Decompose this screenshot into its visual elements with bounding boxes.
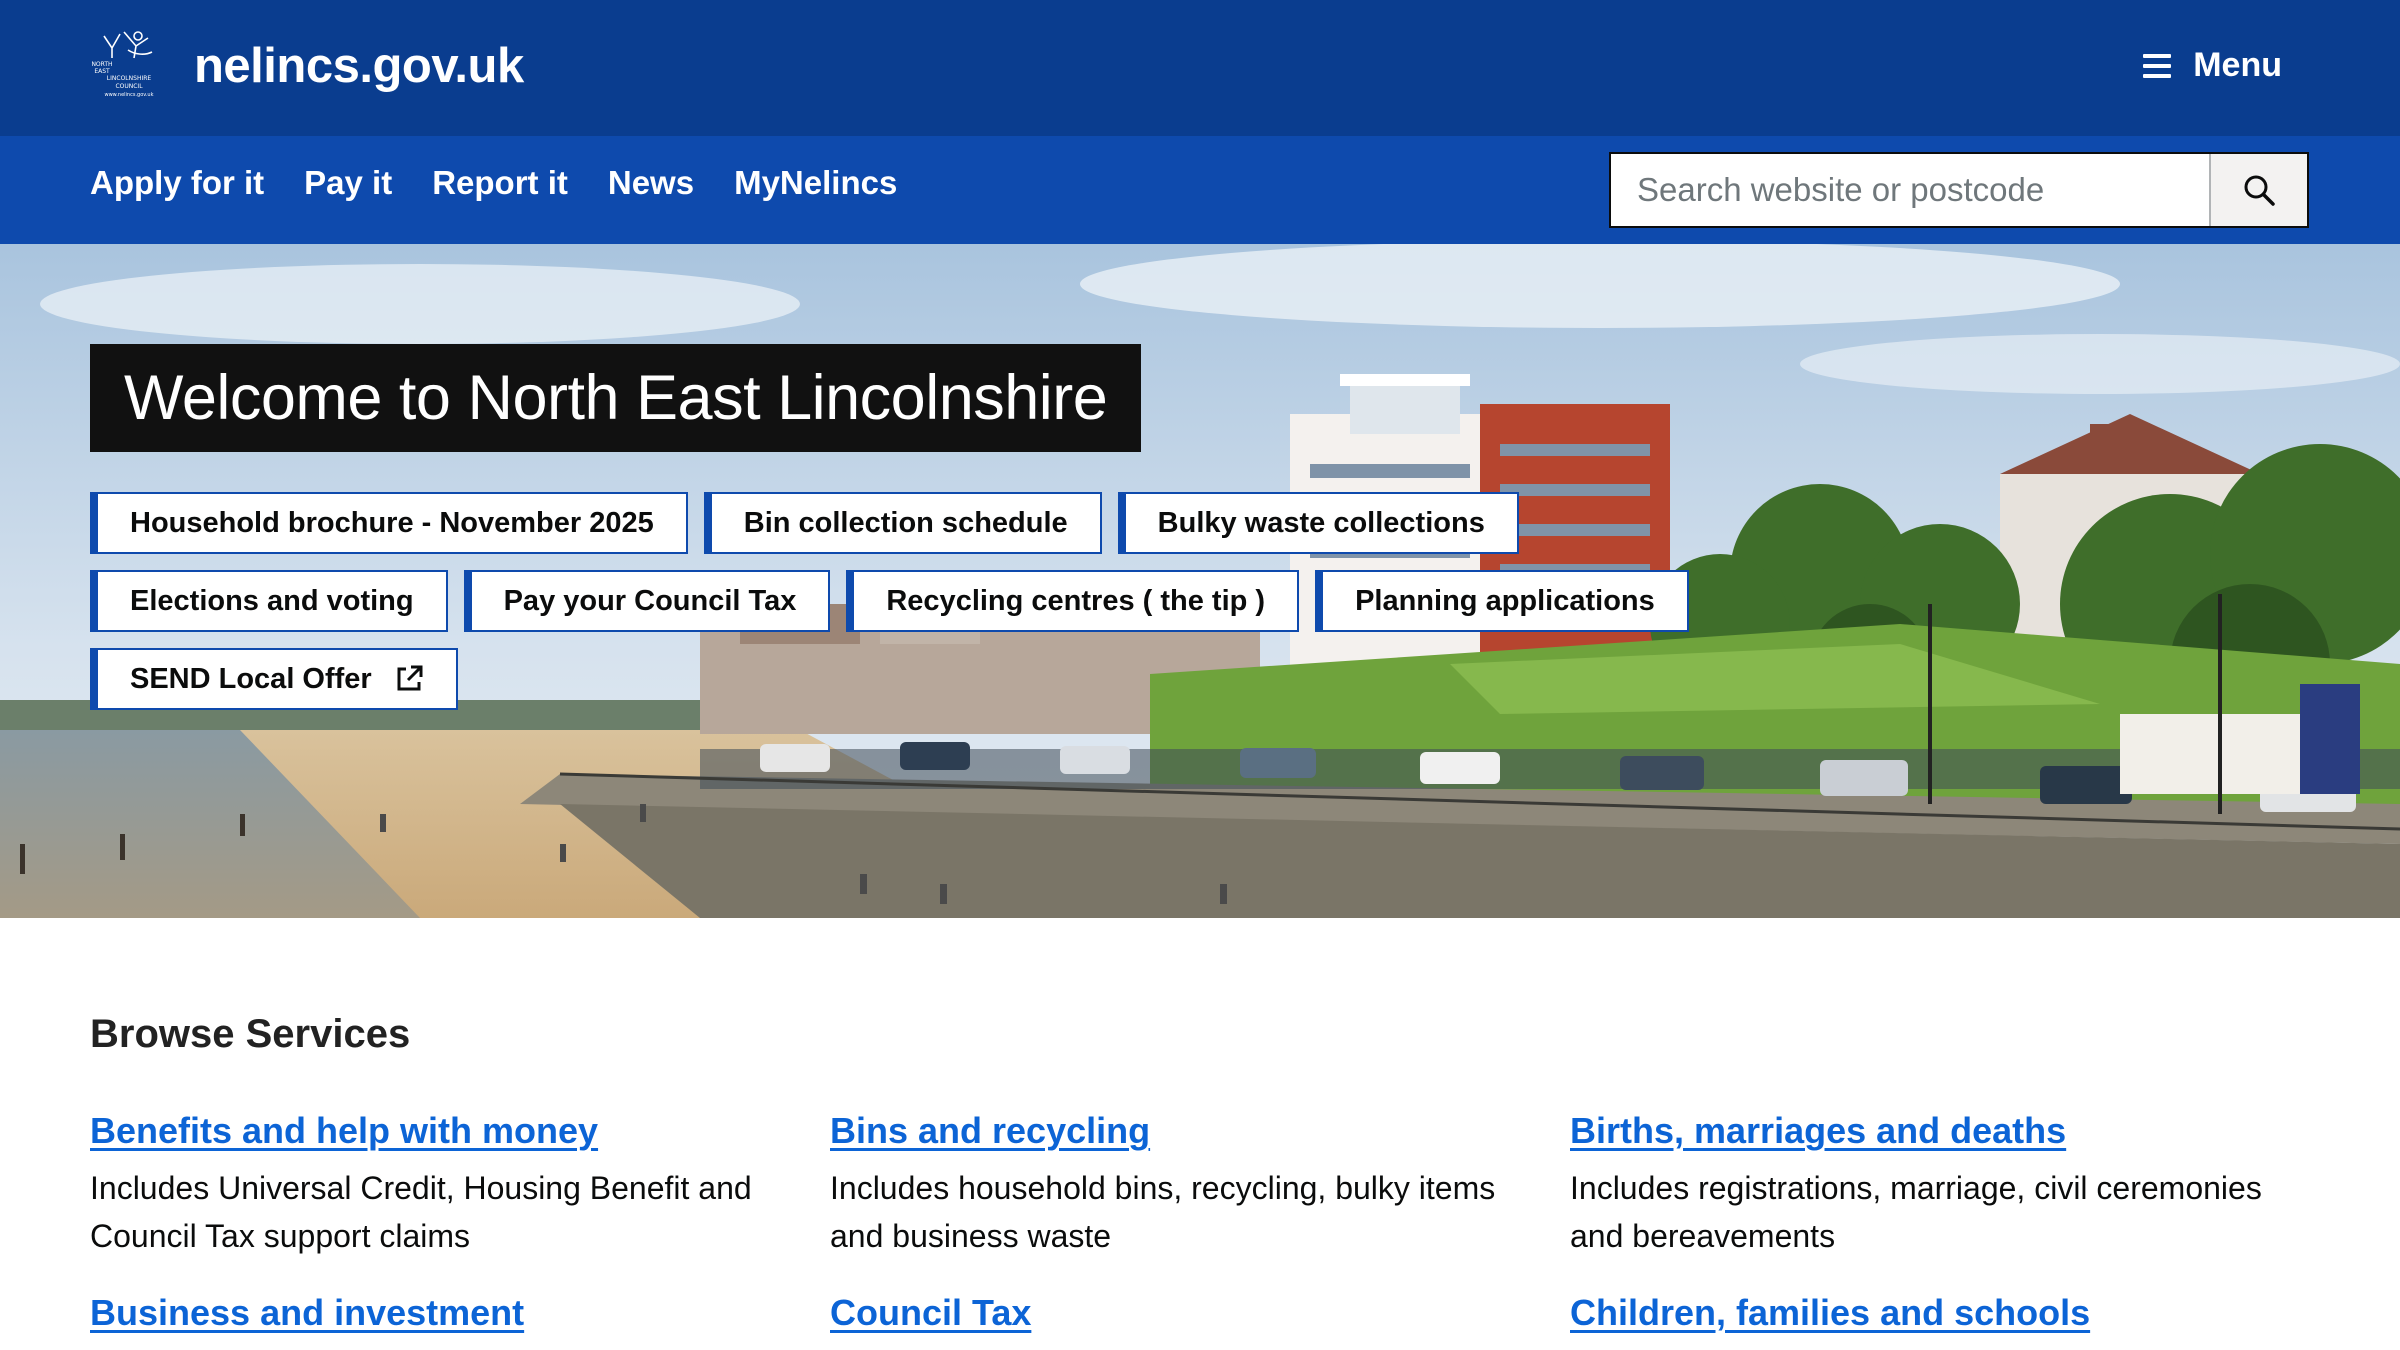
browse-services-heading: Browse Services <box>90 1012 411 1056</box>
service-link-business[interactable]: Business and investment <box>90 1292 524 1333</box>
service-item: Children, families and schools <box>1570 1292 2270 1334</box>
nav-link-pay[interactable]: Pay it <box>304 164 392 202</box>
hero-banner: Welcome to North East Lincolnshire House… <box>0 244 2400 918</box>
service-item: Benefits and help with money Includes Un… <box>90 1110 790 1260</box>
svg-text:LINCOLNSHIRE: LINCOLNSHIRE <box>107 75 152 82</box>
quick-link-bulky-waste[interactable]: Bulky waste collections <box>1117 492 1519 554</box>
search-icon <box>2244 175 2275 206</box>
quick-link-label: Elections and voting <box>130 584 414 617</box>
search-input[interactable] <box>1611 154 2209 226</box>
nav-link-news[interactable]: News <box>608 164 694 202</box>
service-item: Council Tax <box>830 1292 1530 1334</box>
quick-link-planning[interactable]: Planning applications <box>1315 570 1689 632</box>
quick-link-label: Pay your Council Tax <box>503 584 797 617</box>
search-button[interactable] <box>2209 154 2307 226</box>
service-item: Births, marriages and deaths Includes re… <box>1570 1110 2270 1260</box>
external-link-icon <box>397 665 423 691</box>
service-link-births[interactable]: Births, marriages and deaths <box>1570 1110 2066 1151</box>
quick-link-elections[interactable]: Elections and voting <box>90 570 448 632</box>
quick-link-send-local-offer[interactable]: SEND Local Offer <box>90 648 458 710</box>
council-logo[interactable]: NORTH EAST LINCOLNSHIRE COUNCIL www.neli… <box>90 28 168 102</box>
quick-link-bin-collection[interactable]: Bin collection schedule <box>703 492 1102 554</box>
service-link-benefits[interactable]: Benefits and help with money <box>90 1110 598 1151</box>
service-item: Bins and recycling Includes household bi… <box>830 1110 1530 1260</box>
quick-links: Household brochure - November 2025 Bin c… <box>90 492 1710 726</box>
svg-text:www.nelincs.gov.uk: www.nelincs.gov.uk <box>105 92 154 98</box>
service-link-council-tax[interactable]: Council Tax <box>830 1292 1031 1333</box>
quick-link-household-brochure[interactable]: Household brochure - November 2025 <box>90 492 688 554</box>
service-link-bins[interactable]: Bins and recycling <box>830 1110 1150 1151</box>
nav-link-mynelincs[interactable]: MyNelincs <box>734 164 897 202</box>
hero-title: Welcome to North East Lincolnshire <box>90 344 1142 452</box>
svg-text:COUNCIL: COUNCIL <box>115 83 143 90</box>
quick-link-label: Planning applications <box>1355 584 1655 617</box>
quick-link-council-tax[interactable]: Pay your Council Tax <box>463 570 831 632</box>
quick-link-label: SEND Local Offer <box>130 662 372 695</box>
nav-link-report[interactable]: Report it <box>432 164 568 202</box>
nav-link-apply[interactable]: Apply for it <box>90 164 264 202</box>
service-link-children[interactable]: Children, families and schools <box>1570 1292 2090 1333</box>
service-description: Includes Universal Credit, Housing Benef… <box>90 1170 752 1254</box>
quick-link-label: Bin collection schedule <box>743 506 1068 539</box>
menu-label: Menu <box>2193 46 2282 84</box>
menu-button[interactable]: Menu <box>2143 46 2282 85</box>
search-form <box>1609 152 2309 228</box>
quick-link-recycling-centres[interactable]: Recycling centres ( the tip ) <box>846 570 1300 632</box>
quick-link-label: Recycling centres ( the tip ) <box>886 584 1266 617</box>
site-header: NORTH EAST LINCOLNSHIRE COUNCIL www.neli… <box>0 0 2400 136</box>
svg-text:EAST: EAST <box>94 68 110 75</box>
site-name-link[interactable]: nelincs.gov.uk <box>194 38 524 94</box>
hamburger-icon <box>2143 53 2172 78</box>
svg-text:NORTH: NORTH <box>91 61 112 68</box>
quick-link-label: Bulky waste collections <box>1157 506 1485 539</box>
service-description: Includes registrations, marriage, civil … <box>1570 1170 2262 1254</box>
main-nav: Apply for it Pay it Report it News MyNel… <box>0 136 2400 244</box>
service-description: Includes household bins, recycling, bulk… <box>830 1170 1496 1254</box>
service-item: Business and investment <box>90 1292 790 1334</box>
quick-link-label: Household brochure - November 2025 <box>130 506 654 539</box>
